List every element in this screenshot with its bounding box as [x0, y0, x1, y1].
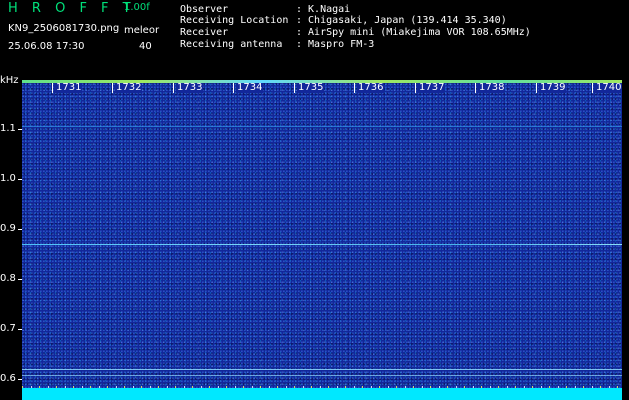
y-tick-label: 0.9	[0, 223, 16, 234]
time-tick	[112, 83, 113, 93]
location-label: Receiving Location	[180, 15, 289, 26]
y-tick-label: 0.6	[0, 373, 16, 384]
observer-value: : K.Nagai	[296, 4, 351, 15]
count-value: 40	[139, 41, 152, 52]
frequency-axis: kHz 1.1 1.0 0.9 0.8 0.7 0.6	[0, 76, 22, 400]
observer-label: Observer	[180, 4, 229, 15]
time-label: 1731	[55, 82, 83, 93]
signal-line	[22, 126, 622, 127]
time-tick	[294, 83, 295, 93]
mode-label: meleor	[124, 25, 160, 36]
antenna-label: Receiving antenna	[180, 39, 283, 50]
y-tick-label: 1.1	[0, 123, 16, 134]
waterfall-spectrogram	[22, 80, 622, 400]
location-value: : Chigasaki, Japan (139.414 35.340)	[296, 15, 507, 26]
time-tick	[475, 83, 476, 93]
time-label: 1734	[236, 82, 264, 93]
y-tick-label: 0.8	[0, 273, 16, 284]
time-tick	[354, 83, 355, 93]
time-label: 1732	[115, 82, 143, 93]
signal-line	[22, 375, 622, 376]
time-label: 1738	[478, 82, 506, 93]
time-label: 1739	[539, 82, 567, 93]
time-tick	[52, 83, 53, 93]
signal-line	[22, 369, 622, 370]
time-tick	[592, 83, 593, 93]
app-title: H R O F F T	[8, 1, 136, 16]
time-axis: 1731 1732 1733 1734 1735 1736 1737 1738 …	[22, 82, 623, 93]
time-tick	[415, 83, 416, 93]
file-name: KN9_2506081730.png	[8, 23, 120, 34]
header-panel: H R O F F T 1.00f KN9_2506081730.png mel…	[0, 0, 629, 76]
noise-floor-band	[22, 388, 622, 400]
time-tick	[233, 83, 234, 93]
time-label: 1740	[595, 82, 623, 93]
app-version: 1.00f	[124, 2, 150, 13]
time-label: 1733	[176, 82, 204, 93]
time-label: 1735	[297, 82, 325, 93]
time-tick	[173, 83, 174, 93]
y-tick-label: 0.7	[0, 323, 16, 334]
time-label: 1736	[357, 82, 385, 93]
time-tick	[536, 83, 537, 93]
datetime: 25.06.08 17:30	[8, 41, 85, 52]
receiver-label: Receiver	[180, 27, 229, 38]
unit-label: kHz	[0, 75, 19, 86]
y-tick-label: 1.0	[0, 173, 16, 184]
right-border	[622, 76, 629, 400]
vor-carrier-line	[22, 244, 622, 245]
receiver-value: : AirSpy mini (Miakejima VOR 108.65MHz)	[296, 27, 531, 38]
time-label: 1737	[418, 82, 446, 93]
antenna-value: : Maspro FM-3	[296, 39, 375, 50]
